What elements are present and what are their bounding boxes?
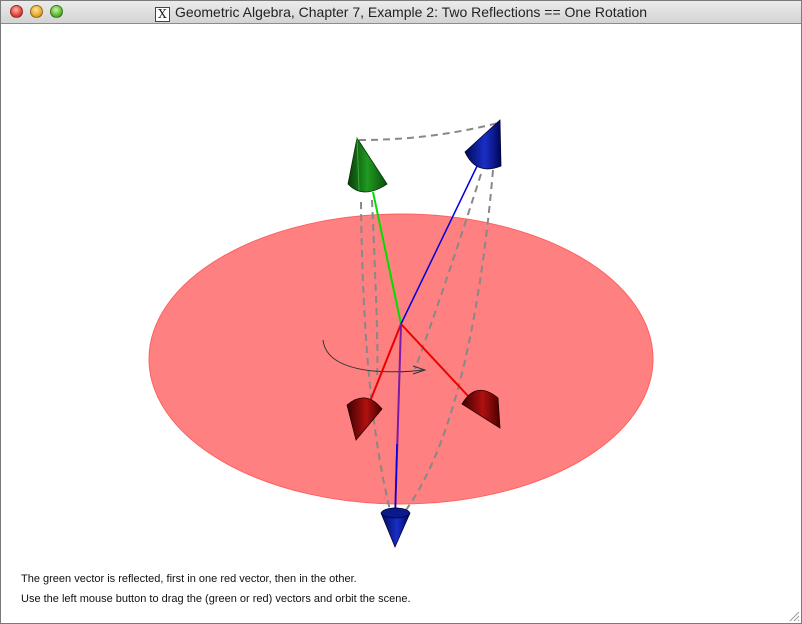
title-bar[interactable]: X Geometric Algebra, Chapter 7, Example 2… xyxy=(1,1,801,24)
top-arc-guide xyxy=(358,122,499,141)
x11-icon: X xyxy=(154,7,170,22)
resize-grip-icon[interactable] xyxy=(787,609,800,622)
window-title-area: X Geometric Algebra, Chapter 7, Example 2… xyxy=(1,4,801,22)
reflection-plane xyxy=(148,213,654,505)
help-text-line-2: Use the left mouse button to drag the (g… xyxy=(21,593,411,605)
green-cone[interactable] xyxy=(347,136,388,193)
help-text-line-1: The green vector is reflected, first in … xyxy=(21,573,357,585)
gl-canvas[interactable]: The green vector is reflected, first in … xyxy=(1,24,801,623)
blue-cone-bottom[interactable] xyxy=(380,507,411,549)
app-window: X Geometric Algebra, Chapter 7, Example 2… xyxy=(0,0,802,624)
window-title: Geometric Algebra, Chapter 7, Example 2:… xyxy=(174,4,648,20)
scene-svg xyxy=(148,119,654,549)
